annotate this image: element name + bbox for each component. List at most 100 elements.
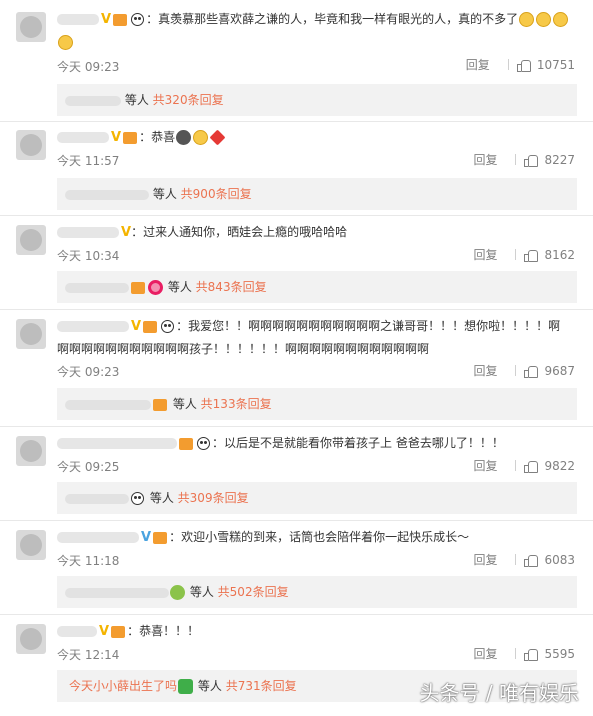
reply-button[interactable]: 回复 [473, 151, 497, 168]
reply-usernames [65, 399, 151, 410]
reply-count-link[interactable]: 共843条回复 [196, 280, 267, 294]
reply-preview: 今天小小薛出生了吗 [69, 679, 178, 693]
avatar[interactable] [16, 225, 46, 255]
like-count[interactable]: 8162 [544, 248, 575, 262]
comment-actions: 回复 6083 [473, 551, 575, 568]
reply-button[interactable]: 回复 [466, 56, 490, 73]
avatar[interactable] [16, 436, 46, 466]
divider [515, 365, 517, 376]
like-count[interactable]: 10751 [537, 58, 575, 72]
avatar[interactable] [16, 624, 46, 654]
balloon-icon [170, 585, 185, 600]
username[interactable] [57, 321, 129, 332]
vip-badge-icon: V [131, 319, 142, 334]
divider [515, 460, 517, 471]
comment-actions: 回复 8227 [473, 151, 575, 168]
level-badge-icon [153, 398, 167, 411]
like-count[interactable]: 8227 [544, 153, 575, 167]
like-count[interactable]: 9822 [544, 459, 575, 473]
thumbs-up-icon[interactable] [524, 364, 539, 378]
divider [515, 154, 517, 165]
reply-usernames [65, 95, 121, 106]
reply-summary[interactable]: 等人 共133条回复 [57, 388, 577, 420]
avatar[interactable] [16, 130, 46, 160]
reply-summary[interactable]: 等人 共843条回复 [57, 271, 577, 303]
username[interactable] [57, 626, 97, 637]
vip-badge-icon: V [99, 624, 110, 639]
comment-time: 今天 09:25 [57, 460, 120, 474]
reply-button[interactable]: 回复 [473, 362, 497, 379]
username[interactable] [57, 438, 177, 449]
thumbs-up-icon[interactable] [524, 459, 539, 473]
reply-button[interactable]: 回复 [473, 645, 497, 662]
thumbs-up-icon[interactable] [524, 553, 539, 567]
reply-count-link[interactable]: 共502条回复 [218, 585, 289, 599]
username[interactable] [57, 132, 109, 143]
username[interactable] [57, 227, 119, 238]
like-count[interactable]: 6083 [544, 553, 575, 567]
reply-usernames [65, 189, 149, 200]
comment-text: V ：欢迎小雪糕的到来，话筒也会陪伴着你一起快乐成长～ [57, 526, 577, 549]
watermark: 头条号 / 唯有娱乐 [419, 681, 579, 705]
thumbs-up-icon[interactable] [524, 647, 539, 661]
vip-badge-icon: V [101, 12, 112, 27]
level-badge-icon [111, 625, 126, 638]
comment-text: V：过来人通知你，晒娃会上瘾的哦哈哈哈 [57, 221, 577, 244]
divider [0, 309, 593, 310]
reply-button[interactable]: 回复 [473, 457, 497, 474]
divider [0, 121, 593, 122]
comment-text: V ：恭喜！！！ [57, 620, 577, 643]
comment-actions: 回复 9687 [473, 362, 575, 379]
comment-time: 今天 11:57 [57, 154, 120, 168]
reply-count-link[interactable]: 共320条回复 [153, 93, 224, 107]
comment-actions: 回复 9822 [473, 457, 575, 474]
emoji-icon [58, 35, 73, 50]
reply-count-link[interactable]: 共731条回复 [226, 679, 297, 693]
comment-text: V ：真羡慕那些喜欢薛之谦的人，毕竟和我一样有眼光的人，真的不多了 [57, 8, 577, 53]
divider [0, 520, 593, 521]
reply-button[interactable]: 回复 [473, 246, 497, 263]
reply-count-link[interactable]: 共133条回复 [201, 397, 272, 411]
avatar[interactable] [16, 319, 46, 349]
comment-time: 今天 09:23 [57, 365, 120, 379]
reply-button[interactable]: 回复 [473, 551, 497, 568]
avatar[interactable] [16, 530, 46, 560]
username[interactable] [57, 532, 139, 543]
verified-badge-icon: V [141, 530, 152, 545]
thumbs-up-icon[interactable] [524, 153, 539, 167]
divider [515, 249, 517, 260]
vip-badge-icon: V [111, 130, 122, 145]
reply-summary[interactable]: 等人 共309条回复 [57, 482, 577, 514]
reply-usernames [65, 587, 169, 598]
divider [0, 614, 593, 615]
reply-usernames [65, 282, 129, 293]
comment-time: 今天 09:23 [57, 60, 120, 74]
avatar[interactable] [16, 12, 46, 42]
comment-time: 今天 10:34 [57, 249, 120, 263]
level-badge-icon [153, 531, 168, 544]
comment-list: V ：真羡慕那些喜欢薛之谦的人，毕竟和我一样有眼光的人，真的不多了 今天 09:2… [0, 0, 593, 716]
reply-summary[interactable]: 等人 共320条回复 [57, 84, 577, 116]
thumbs-up-icon[interactable] [516, 58, 531, 72]
vip-badge-icon: V [121, 225, 132, 240]
username[interactable] [57, 14, 99, 25]
reply-usernames [65, 493, 129, 504]
comment-actions: 回复 5595 [473, 645, 575, 662]
emoji-icon [519, 12, 535, 27]
emoji-icon [536, 12, 552, 27]
comment-actions: 回复 8162 [473, 246, 575, 263]
comment-text: V ：我爱您！！啊啊啊啊啊啊啊啊啊啊啊之谦哥哥！！！想你啦！！！！啊 啊啊啊啊啊啊啊… [57, 319, 561, 356]
comment-time: 今天 12:14 [57, 648, 120, 662]
comment-text: V ：恭喜 [57, 126, 577, 149]
emoji-icon [193, 130, 209, 145]
divider [507, 59, 509, 70]
like-count[interactable]: 5595 [544, 647, 575, 661]
reply-count-link[interactable]: 共309条回复 [178, 491, 249, 505]
reply-summary[interactable]: 等人 共502条回复 [57, 576, 577, 608]
level-badge-icon [131, 281, 145, 294]
thumbs-up-icon[interactable] [524, 248, 539, 262]
panda-icon [197, 437, 210, 450]
reply-summary[interactable]: 等人 共900条回复 [57, 178, 577, 210]
like-count[interactable]: 9687 [544, 364, 575, 378]
reply-count-link[interactable]: 共900条回复 [181, 187, 252, 201]
